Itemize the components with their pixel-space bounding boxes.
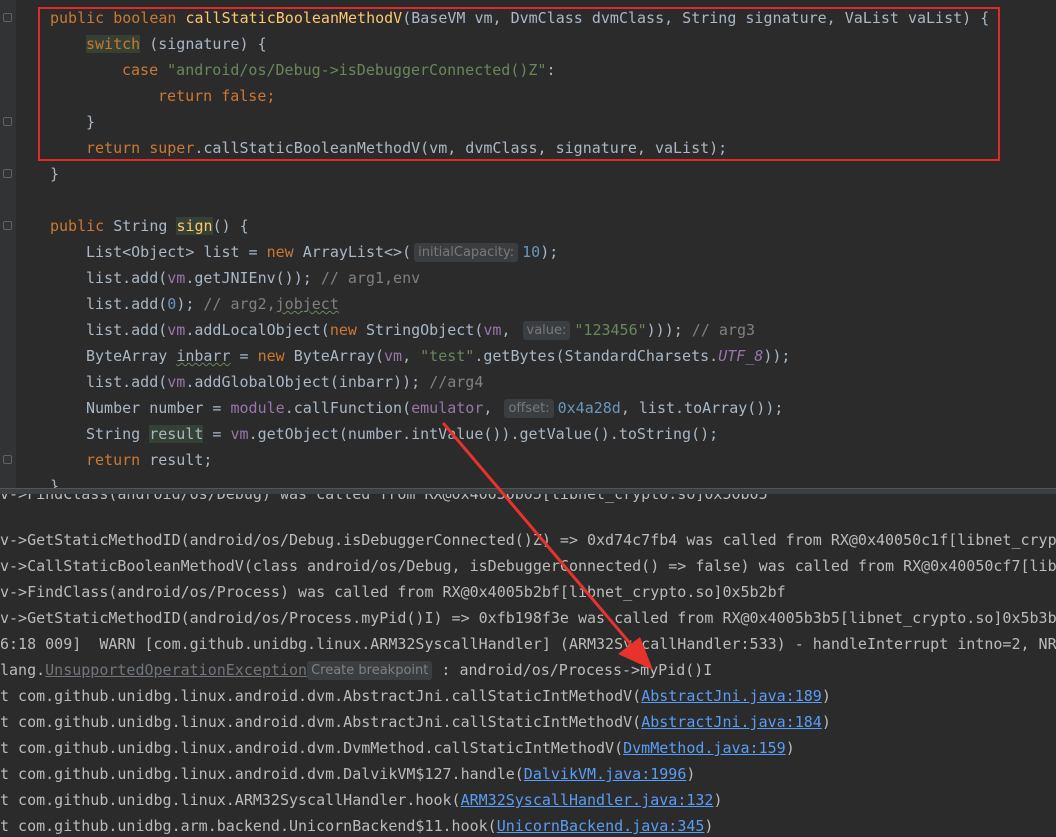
- console-line: v->FindClass(android/os/Process) was cal…: [0, 583, 786, 601]
- code-line: String result = vm.getObject(number.intV…: [86, 425, 719, 443]
- console-line: v->FindClass(android/os/Debug) was calle…: [0, 494, 768, 503]
- source-link[interactable]: DalvikVM.java:1996: [524, 765, 687, 783]
- stack-frame: t com.github.unidbg.linux.android.dvm.Dv…: [0, 739, 795, 757]
- code-line: list.add(vm.addGlobalObject(inbarr)); //…: [86, 373, 484, 391]
- console-line: v->GetStaticMethodID(android/os/Debug.is…: [0, 531, 1056, 549]
- code-editor[interactable]: public boolean callStaticBooleanMethodV(…: [0, 0, 1056, 488]
- source-link[interactable]: ARM32SyscallHandler.java:132: [461, 791, 714, 809]
- run-console[interactable]: v->FindClass(android/os/Debug) was calle…: [0, 494, 1056, 837]
- console-line: v->CallStaticBooleanMethodV(class androi…: [0, 557, 1056, 575]
- code-line: return result;: [86, 451, 213, 469]
- code-line: ByteArray inbarr = new ByteArray(vm, "te…: [86, 347, 791, 365]
- parameter-hint: initialCapacity:: [414, 243, 519, 262]
- fold-marker[interactable]: [3, 221, 12, 230]
- code-line: Number number = module.callFunction(emul…: [86, 399, 784, 418]
- source-link[interactable]: DvmMethod.java:159: [623, 739, 786, 757]
- fold-marker[interactable]: [3, 169, 12, 178]
- source-link[interactable]: AbstractJni.java:189: [641, 687, 822, 705]
- console-line: v->GetStaticMethodID(android/os/Process.…: [0, 609, 1056, 627]
- stack-frame: t com.github.unidbg.linux.ARM32SyscallHa…: [0, 791, 723, 809]
- parameter-hint: value:: [522, 321, 571, 340]
- code-line: list.add(vm.addLocalObject(new StringObj…: [86, 321, 756, 340]
- annotation-box: [38, 7, 1000, 161]
- stack-frame: t com.github.unidbg.linux.android.dvm.Da…: [0, 765, 696, 783]
- exception-line: lang.UnsupportedOperationException Create…: [0, 661, 713, 680]
- console-line: 6:18 009] WARN [com.github.unidbg.linux.…: [0, 635, 1056, 653]
- source-link[interactable]: AbstractJni.java:184: [641, 713, 822, 731]
- stack-frame: t com.github.unidbg.linux.android.dvm.Ab…: [0, 687, 831, 705]
- parameter-hint: offset:: [504, 399, 554, 418]
- editor-gutter: [0, 0, 16, 488]
- exception-link[interactable]: UnsupportedOperationException: [45, 661, 307, 679]
- stack-frame: t com.github.unidbg.arm.backend.UnicornB…: [0, 817, 714, 835]
- code-line: list.add(0); // arg2,jobject: [86, 295, 339, 313]
- code-line: public String sign() {: [50, 217, 249, 235]
- code-line: }: [50, 165, 60, 183]
- fold-marker[interactable]: [3, 117, 12, 126]
- code-line: list.add(vm.getJNIEnv()); // arg1,env: [86, 269, 421, 287]
- stack-frame: t com.github.unidbg.linux.android.dvm.Ab…: [0, 713, 831, 731]
- fold-marker[interactable]: [3, 13, 12, 22]
- code-line: List<Object> list = new ArrayList<>(init…: [86, 243, 559, 262]
- source-link[interactable]: UnicornBackend.java:345: [497, 817, 705, 835]
- code-line: }: [50, 477, 60, 488]
- create-breakpoint-button[interactable]: Create breakpoint: [307, 661, 433, 680]
- fold-marker[interactable]: [3, 455, 12, 464]
